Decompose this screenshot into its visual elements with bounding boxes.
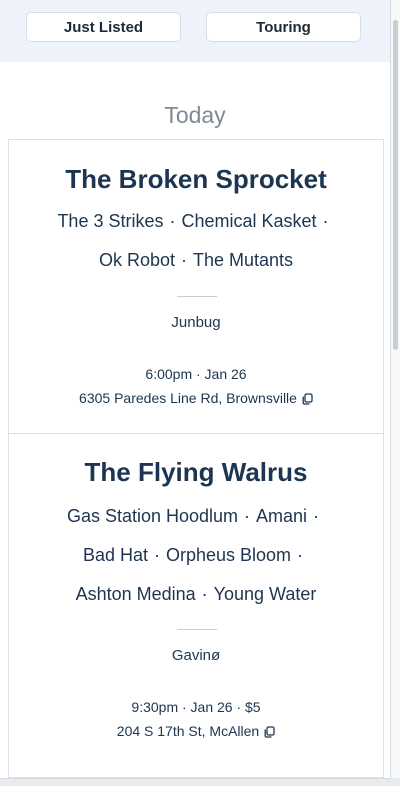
divider	[177, 629, 217, 630]
address-text: 204 S 17th St, McAllen	[116, 723, 260, 739]
day-heading: Today	[164, 102, 226, 128]
separator: ·	[181, 250, 187, 270]
separator: ·	[153, 545, 160, 565]
event-card[interactable]: The Broken Sprocket The 3 Strikes · Chemic…	[8, 139, 384, 433]
artist-link[interactable]: Chemical Kasket	[181, 211, 316, 231]
artist-link[interactable]: Gas Station Hoodlum	[67, 506, 238, 526]
event-address: 204 S 17th St, McAllen	[9, 723, 383, 741]
event-card[interactable]: The Flying Walrus Gas Station Hoodlum · Am…	[8, 433, 384, 778]
lineup-row: Ashton Medina · Young Water	[9, 584, 383, 605]
touring-button[interactable]: Touring	[206, 12, 361, 42]
artist-link[interactable]: Ashton Medina	[76, 584, 196, 604]
event-time: 9:30pm · Jan 26 · $5	[131, 699, 261, 715]
scrollbar[interactable]	[391, 0, 400, 778]
scrollbar-thumb[interactable]	[393, 20, 398, 350]
lineup-row: Ok Robot · The Mutants	[9, 250, 383, 271]
separator: ·	[322, 211, 329, 231]
artist-link[interactable]: Orpheus Bloom	[166, 545, 291, 565]
filter-bar: Just Listed Touring	[0, 0, 390, 62]
separator: ·	[201, 584, 208, 604]
app-frame: Just Listed Touring Today The Broken Spr…	[0, 0, 391, 779]
venue-name[interactable]: The Flying Walrus	[9, 457, 383, 488]
event-address: 6305 Paredes Line Rd, Brownsville	[9, 390, 383, 408]
artist-link[interactable]: Bad Hat	[83, 545, 148, 565]
separator: ·	[169, 211, 176, 231]
artist-link[interactable]: The 3 Strikes	[57, 211, 163, 231]
separator: ·	[244, 506, 251, 526]
copy-icon[interactable]	[264, 725, 275, 741]
lineup-row: Bad Hat · Orpheus Bloom ·	[9, 545, 383, 566]
promoter-name: Junbug	[171, 314, 221, 331]
separator: ·	[297, 545, 304, 565]
artist-link[interactable]: Young Water	[214, 584, 317, 604]
venue-name[interactable]: The Broken Sprocket	[9, 164, 383, 195]
just-listed-button[interactable]: Just Listed	[26, 12, 181, 42]
artist-link[interactable]: Ok Robot	[99, 250, 175, 270]
artist-link[interactable]: Amani	[256, 506, 307, 526]
lineup-row: The 3 Strikes · Chemical Kasket ·	[9, 211, 383, 232]
divider	[177, 296, 217, 297]
artist-link[interactable]: The Mutants	[193, 250, 293, 270]
address-text: 6305 Paredes Line Rd, Brownsville	[79, 390, 297, 406]
event-time: 6:00pm · Jan 26	[145, 366, 247, 382]
lineup-row: Gas Station Hoodlum · Amani ·	[9, 506, 383, 527]
separator: ·	[313, 506, 320, 526]
promoter-name: Gavinø	[171, 647, 221, 664]
copy-icon[interactable]	[302, 392, 313, 408]
